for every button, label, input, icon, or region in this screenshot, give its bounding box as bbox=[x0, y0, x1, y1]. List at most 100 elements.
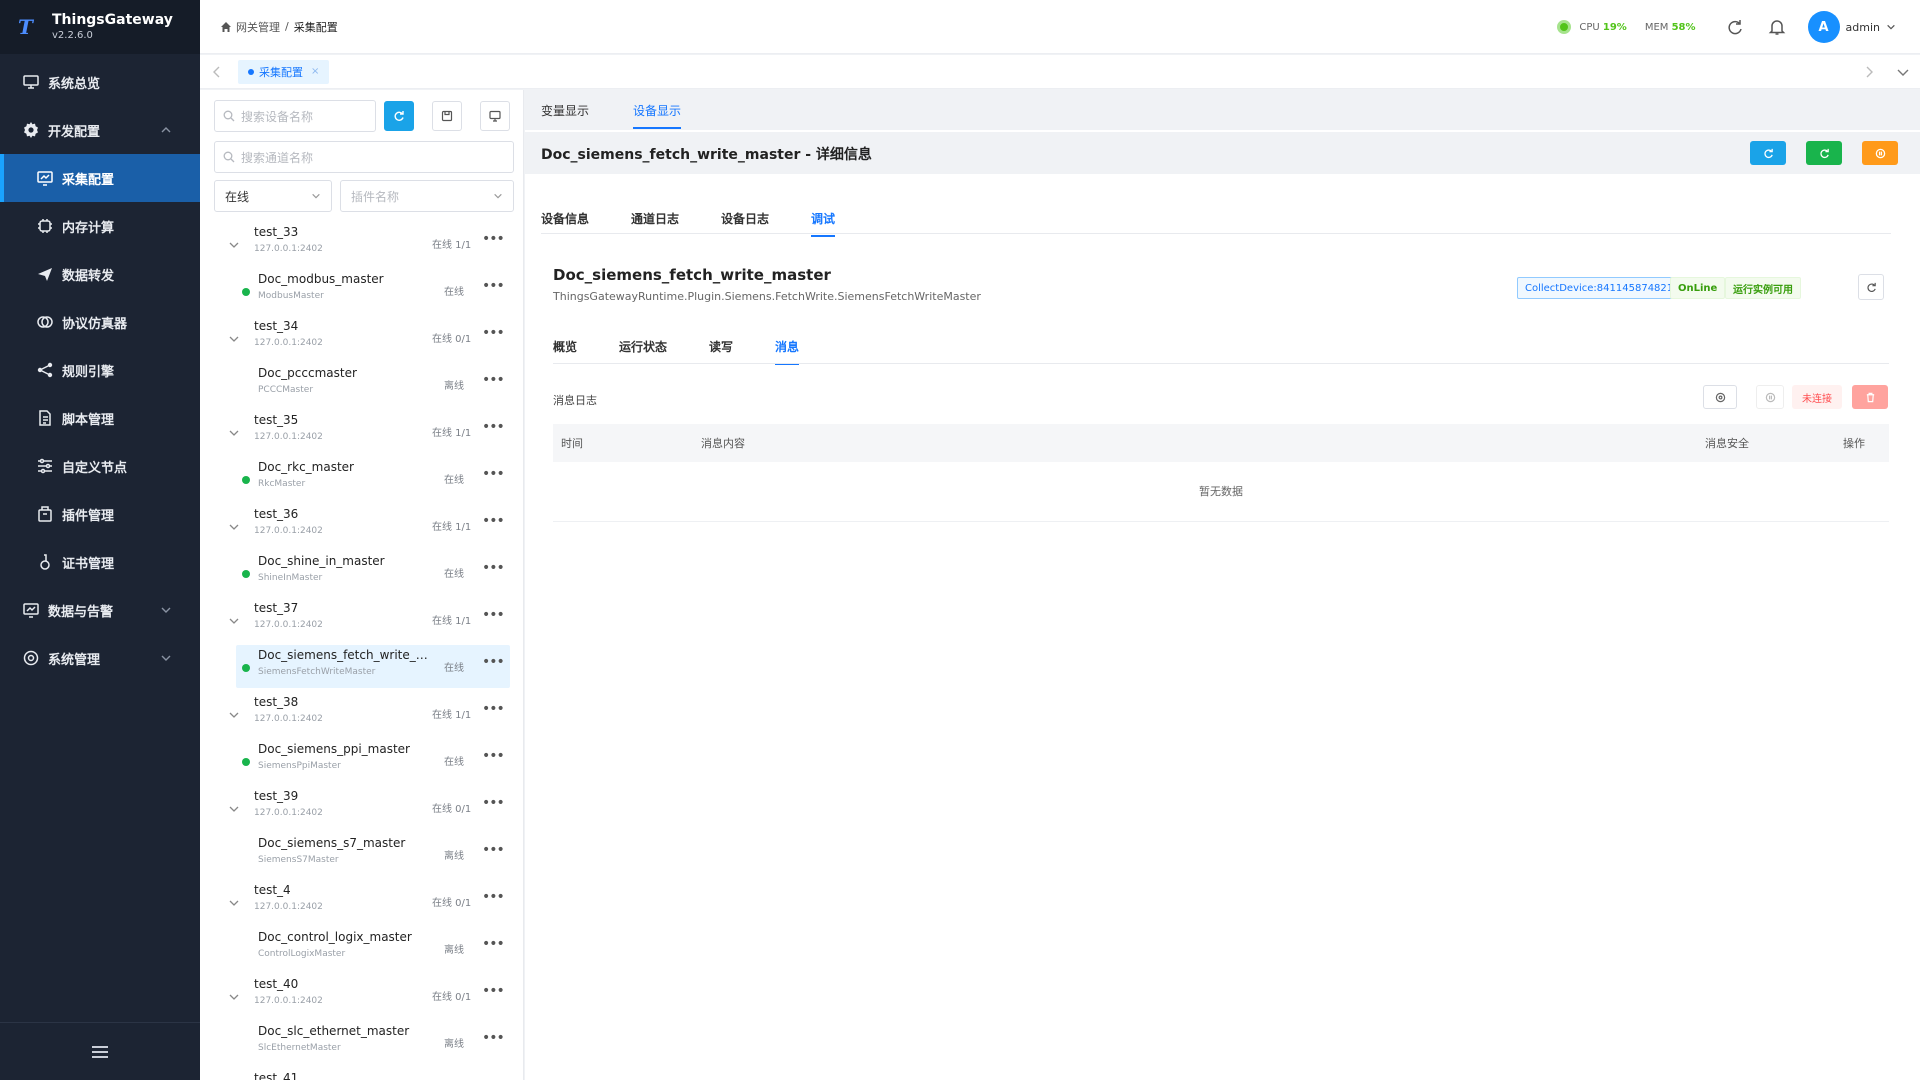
col-content[interactable]: 消息内容 bbox=[701, 435, 745, 451]
refresh-button[interactable] bbox=[384, 101, 414, 131]
home-icon[interactable] bbox=[220, 21, 232, 33]
device-row[interactable]: Doc_siemens_ppi_master SiemensPpiMaster 在线… bbox=[200, 739, 520, 786]
delete-button[interactable] bbox=[1852, 385, 1888, 409]
channel-row[interactable]: test_37 127.0.0.1:2402 在线 1/1 ••• bbox=[200, 598, 520, 645]
more-icon[interactable]: ••• bbox=[482, 701, 505, 717]
sidebar-item-memory-calc[interactable]: 内存计算 bbox=[0, 202, 200, 250]
channel-row[interactable]: test_4 127.0.0.1:2402 在线 0/1 ••• bbox=[200, 880, 520, 927]
channel-row[interactable]: test_34 127.0.0.1:2402 在线 0/1 ••• bbox=[200, 316, 520, 363]
collapse-sidebar-button[interactable] bbox=[0, 1022, 200, 1080]
sidebar-item-custom-node[interactable]: 自定义节点 bbox=[0, 442, 200, 490]
tab-device-view[interactable]: 设备显示 bbox=[633, 102, 682, 129]
more-icon[interactable]: ••• bbox=[482, 795, 505, 811]
more-icon[interactable]: ••• bbox=[482, 983, 505, 999]
more-icon[interactable]: ••• bbox=[482, 1030, 505, 1046]
chevron-right-icon[interactable] bbox=[1862, 65, 1876, 79]
chevron-down-icon[interactable] bbox=[1886, 22, 1896, 32]
device-row[interactable]: Doc_pcccmaster PCCCMaster 离线 ••• bbox=[200, 363, 520, 410]
more-icon[interactable]: ••• bbox=[482, 748, 505, 764]
channel-row[interactable]: test_33 127.0.0.1:2402 在线 1/1 ••• bbox=[200, 222, 520, 269]
channel-row[interactable]: test_38 127.0.0.1:2402 在线 1/1 ••• bbox=[200, 692, 520, 739]
more-icon[interactable]: ••• bbox=[482, 936, 505, 952]
chevron-down-icon[interactable] bbox=[228, 427, 240, 439]
restart-button[interactable] bbox=[1806, 141, 1842, 165]
device-row[interactable]: Doc_siemens_s7_master SiemensS7Master 离线 ••… bbox=[200, 833, 520, 880]
more-icon[interactable]: ••• bbox=[482, 466, 505, 482]
chevron-down-icon[interactable] bbox=[228, 803, 240, 815]
more-icon[interactable]: ••• bbox=[482, 560, 505, 576]
channel-row[interactable]: test_39 127.0.0.1:2402 在线 0/1 ••• bbox=[200, 786, 520, 833]
status-filter-select[interactable]: 在线 bbox=[214, 180, 332, 212]
tab-device-info[interactable]: 设备信息 bbox=[541, 210, 589, 227]
plugin-filter-select[interactable]: 插件名称 bbox=[340, 180, 514, 212]
tab-run-status[interactable]: 运行状态 bbox=[619, 338, 667, 355]
sidebar-item-data-alarm[interactable]: 数据与告警 bbox=[0, 586, 200, 634]
more-icon[interactable]: ••• bbox=[482, 842, 505, 858]
pause-button[interactable] bbox=[1756, 385, 1784, 409]
settings-button[interactable] bbox=[1703, 385, 1737, 409]
device-row[interactable]: Doc_shine_in_master ShineInMaster 在线 ••• bbox=[200, 551, 520, 598]
username[interactable]: admin bbox=[1846, 21, 1880, 34]
sidebar-item-certificate[interactable]: 证书管理 bbox=[0, 538, 200, 586]
chevron-left-icon[interactable] bbox=[210, 65, 224, 79]
sidebar-item-plugin[interactable]: 插件管理 bbox=[0, 490, 200, 538]
device-row[interactable]: Doc_rkc_master RkcMaster 在线 ••• bbox=[200, 457, 520, 504]
tab-message[interactable]: 消息 bbox=[775, 338, 800, 365]
channel-row[interactable]: test_36 127.0.0.1:2402 在线 1/1 ••• bbox=[200, 504, 520, 551]
chevron-down-icon[interactable] bbox=[228, 521, 240, 533]
more-icon[interactable]: ••• bbox=[482, 325, 505, 341]
page-tab-collect-config[interactable]: 采集配置 × bbox=[238, 59, 330, 84]
tab-channel-log[interactable]: 通道日志 bbox=[631, 210, 679, 227]
sidebar-item-overview[interactable]: 系统总览 bbox=[0, 58, 200, 106]
more-icon[interactable]: ••• bbox=[482, 372, 505, 388]
device-search-input[interactable]: 搜索设备名称 bbox=[214, 100, 376, 132]
tab-read-write[interactable]: 读写 bbox=[709, 338, 733, 355]
save-button[interactable] bbox=[432, 101, 462, 131]
chevron-down-icon[interactable] bbox=[228, 239, 240, 251]
tab-overview[interactable]: 概览 bbox=[553, 338, 577, 355]
device-row[interactable]: Doc_slc_ethernet_master SlcEthernetMaster… bbox=[200, 1021, 520, 1068]
more-icon[interactable]: ••• bbox=[482, 419, 505, 435]
sidebar-item-script[interactable]: 脚本管理 bbox=[0, 394, 200, 442]
more-icon[interactable]: ••• bbox=[482, 654, 505, 670]
avatar[interactable]: A bbox=[1807, 11, 1840, 43]
more-icon[interactable]: ••• bbox=[482, 607, 505, 623]
chevron-down-icon[interactable] bbox=[228, 991, 240, 1003]
col-time[interactable]: 时间 bbox=[561, 435, 583, 451]
device-row[interactable]: Doc_control_logix_master ControlLogixMast… bbox=[200, 927, 520, 974]
sidebar-item-collect-config[interactable]: 采集配置 bbox=[0, 154, 200, 202]
refresh-button[interactable] bbox=[1750, 141, 1786, 165]
chevron-down-icon[interactable] bbox=[228, 897, 240, 909]
breadcrumb-root[interactable]: 网关管理 bbox=[236, 19, 280, 35]
channel-row[interactable]: test_40 127.0.0.1:2402 在线 0/1 ••• bbox=[200, 974, 520, 1021]
close-icon[interactable]: × bbox=[311, 66, 319, 77]
monitor-button[interactable] bbox=[480, 101, 510, 131]
chevron-down-icon[interactable] bbox=[228, 709, 240, 721]
channel-search-input[interactable]: 搜索通道名称 bbox=[214, 141, 514, 173]
channel-row[interactable]: test_35 127.0.0.1:2402 在线 1/1 ••• bbox=[200, 410, 520, 457]
more-icon[interactable]: ••• bbox=[482, 231, 505, 247]
pause-button[interactable] bbox=[1862, 141, 1898, 165]
tab-variable-view[interactable]: 变量显示 bbox=[541, 102, 589, 119]
col-security[interactable]: 消息安全 bbox=[1705, 435, 1749, 451]
more-icon[interactable]: ••• bbox=[482, 889, 505, 905]
chevron-down-icon[interactable] bbox=[228, 333, 240, 345]
tab-debug[interactable]: 调试 bbox=[811, 210, 836, 237]
refresh-icon[interactable] bbox=[1726, 18, 1744, 36]
tab-device-log[interactable]: 设备日志 bbox=[721, 210, 769, 227]
more-icon[interactable]: ••• bbox=[482, 513, 505, 529]
chevron-down-icon[interactable] bbox=[228, 615, 240, 627]
chevron-down-icon[interactable] bbox=[1896, 65, 1910, 79]
bell-icon[interactable] bbox=[1768, 18, 1786, 36]
sidebar-item-system[interactable]: 系统管理 bbox=[0, 634, 200, 682]
sidebar-item-data-forward[interactable]: 数据转发 bbox=[0, 250, 200, 298]
channel-row[interactable]: test_41 bbox=[200, 1068, 520, 1080]
more-icon[interactable]: ••• bbox=[482, 278, 505, 294]
sidebar-item-rule-engine[interactable]: 规则引擎 bbox=[0, 346, 200, 394]
device-row[interactable]: Doc_modbus_master ModbusMaster 在线 ••• bbox=[200, 269, 520, 316]
refresh-button[interactable] bbox=[1858, 274, 1884, 300]
device-row[interactable]: Doc_siemens_fetch_write_ma... SiemensFetc… bbox=[200, 645, 520, 692]
sidebar-item-simulator[interactable]: 协议仿真器 bbox=[0, 298, 200, 346]
sidebar-item-dev-config[interactable]: 开发配置 bbox=[0, 106, 200, 154]
brand[interactable]: T ThingsGateway v2.2.6.0 bbox=[0, 0, 200, 54]
